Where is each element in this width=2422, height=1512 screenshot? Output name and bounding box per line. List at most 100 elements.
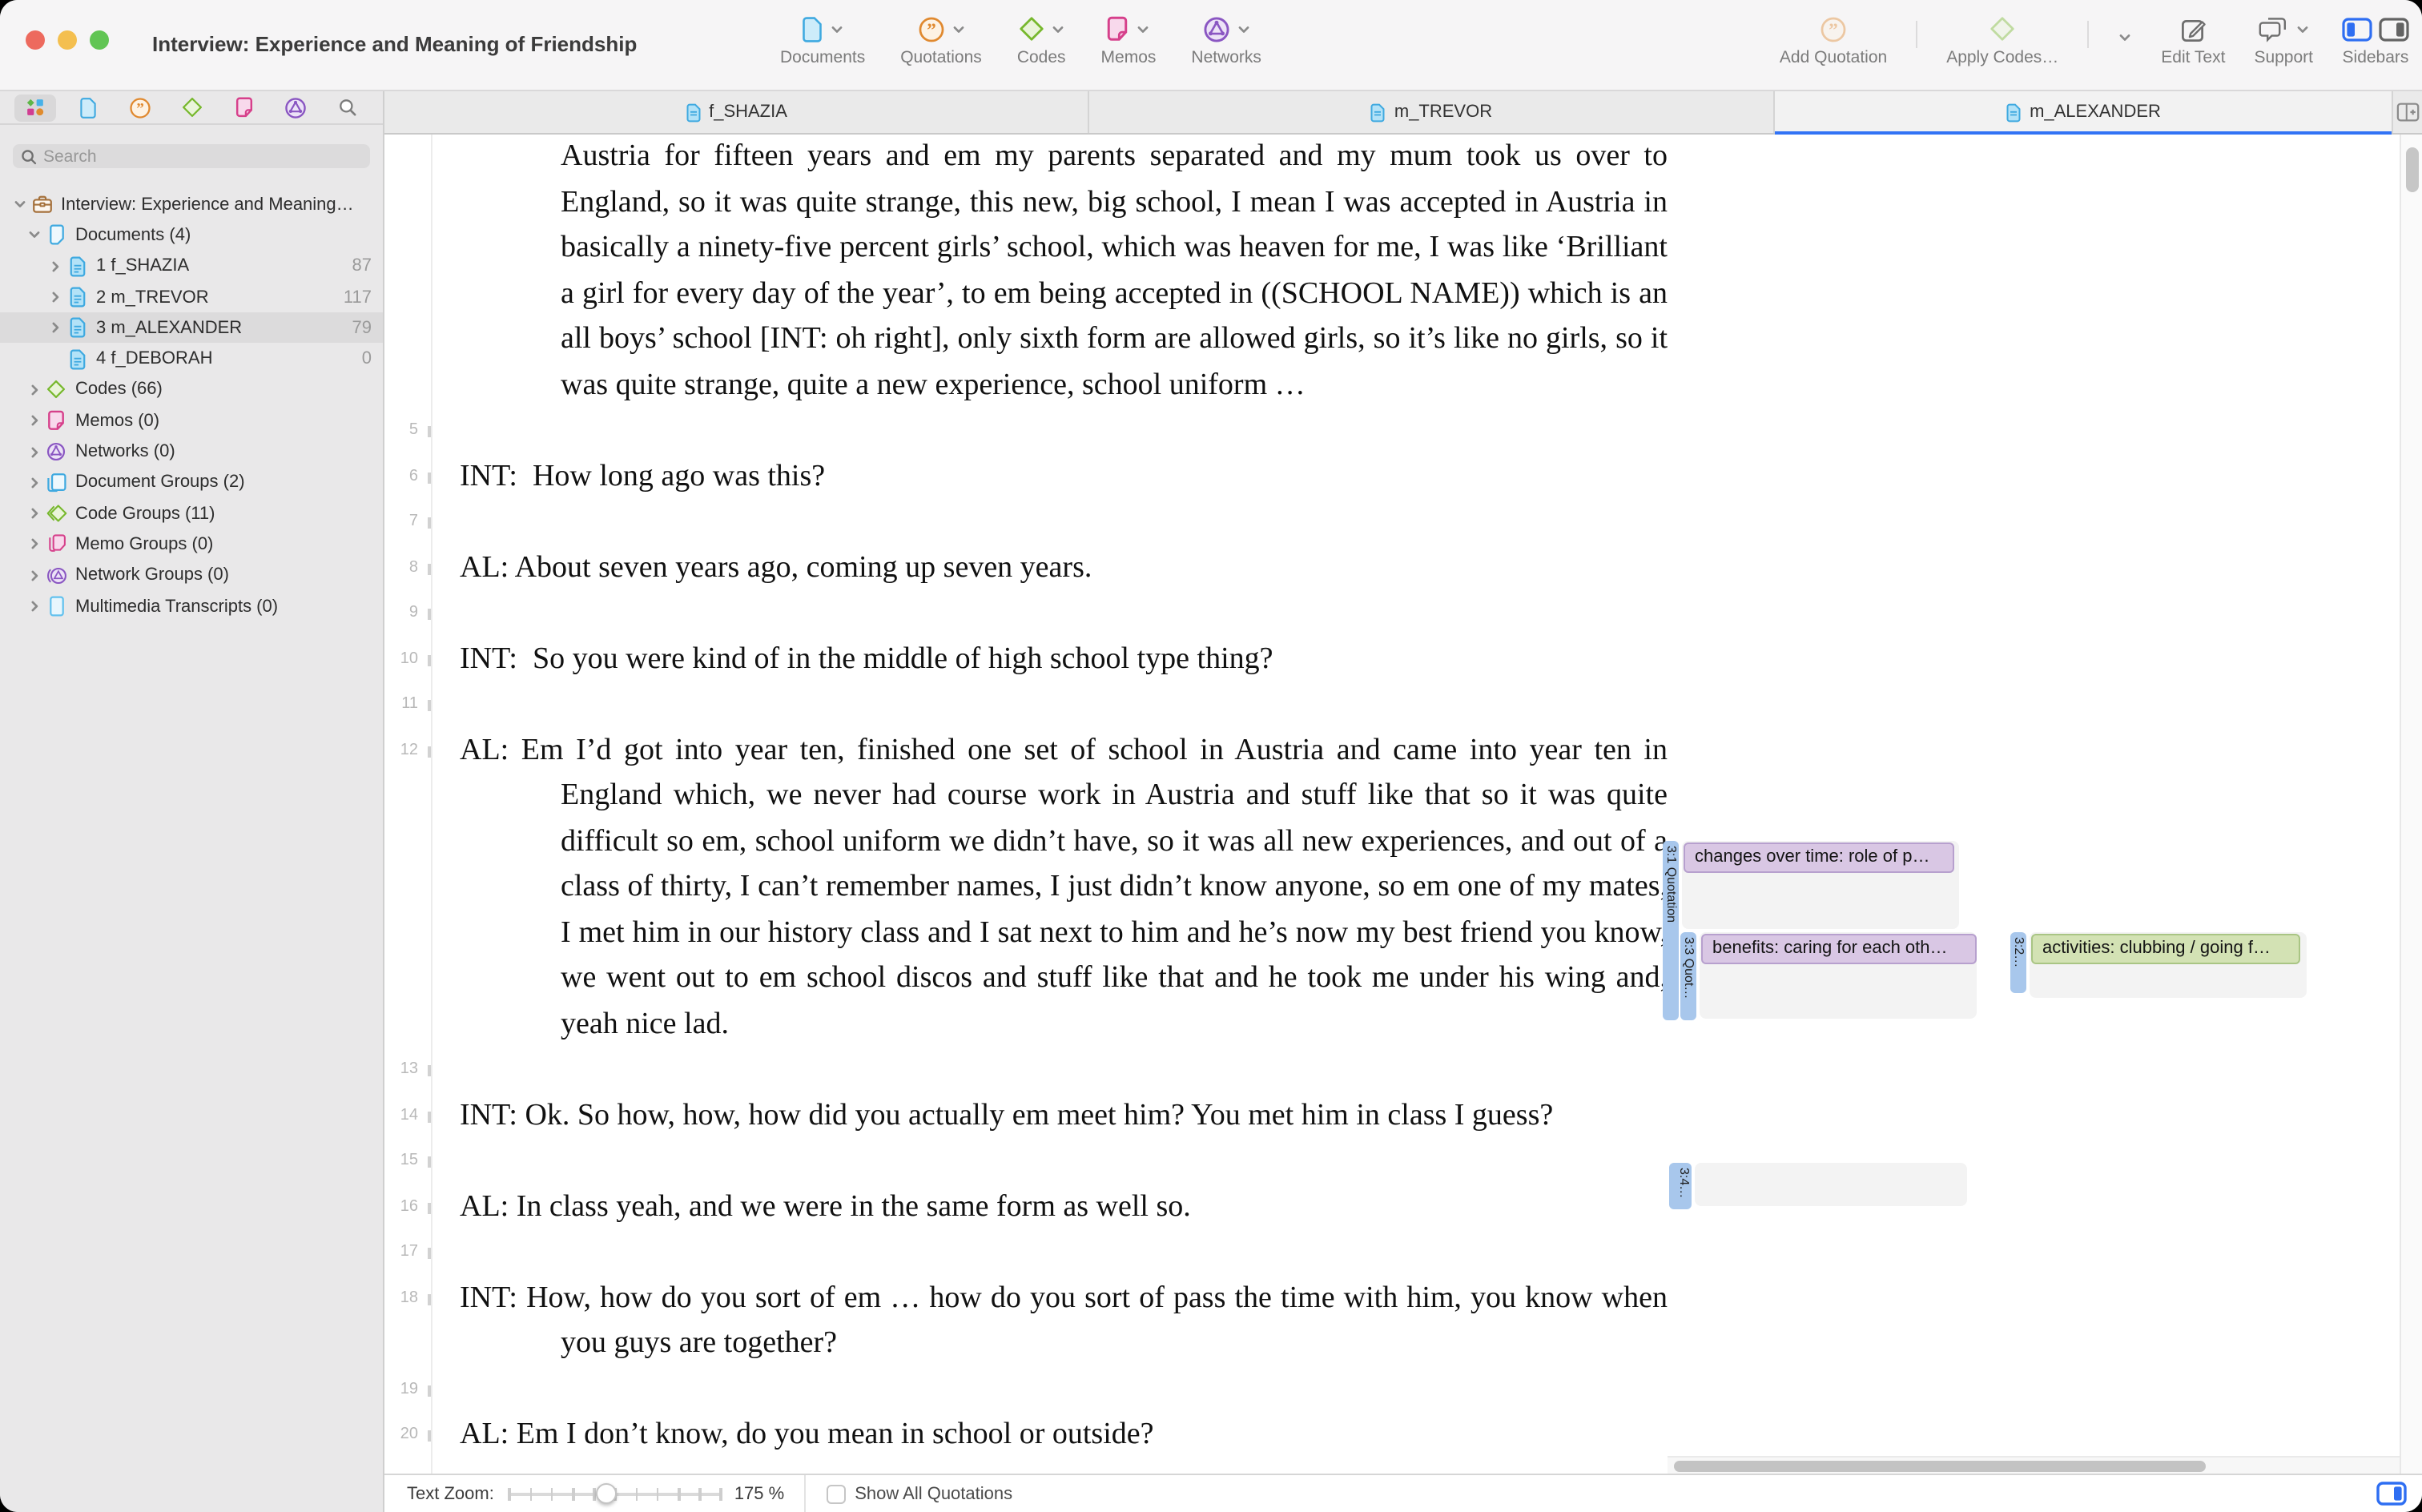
split-editor-button[interactable] [2393,91,2422,133]
documents-button[interactable]: Documents [780,14,865,67]
slider-tick [572,1487,574,1500]
horizontal-scrollbar-thumb[interactable] [1674,1461,2206,1472]
tab-m-alexander[interactable]: m_ALEXANDER [1775,91,2393,133]
chevron-down-icon[interactable] [10,197,30,211]
sidebar-strip-document-icon[interactable] [66,94,108,121]
transcript-text[interactable]: AL: About seven years ago, coming up sev… [431,545,1668,591]
transcript-text[interactable]: INT: How, how do you sort of em … how do… [431,1276,1668,1367]
tab-m-trevor[interactable]: m_TREVOR [1089,91,1775,133]
left-sidebar-toggle-icon[interactable] [2342,17,2372,41]
svg-text:”: ” [135,100,143,117]
tree-item-label: Memos (0) [75,411,383,430]
code-label[interactable]: activities: clubbing / going f… [2031,934,2300,964]
show-all-quotations-checkbox[interactable] [826,1484,845,1503]
line-number: 13 [384,1048,431,1093]
tree-item-3-m-alexander[interactable]: 3 m_ALEXANDER79 [0,312,383,344]
line-tick [428,1111,431,1122]
chevron-right-icon[interactable] [24,537,45,552]
tab-f-shazia[interactable]: f_SHAZIA [384,91,1089,133]
sidebar-strip-search-icon[interactable] [327,94,368,121]
chevron-right-icon[interactable] [45,259,66,273]
vertical-scrollbar-thumb[interactable] [2406,147,2419,192]
edit-text-button[interactable]: Edit Text [2161,14,2225,67]
code-icon [45,380,67,400]
line-number: 15 [384,1139,431,1184]
tree-item-interview-experience-and-meaning[interactable]: Interview: Experience and Meaning… [0,189,383,220]
transcript-text[interactable]: Austria for fifteen years and em my pare… [431,135,1668,408]
transcript-text[interactable]: AL: Em I don’t know, do you mean in scho… [431,1413,1668,1458]
codes-button[interactable]: Codes [1017,14,1066,67]
memos-button[interactable]: Memos [1101,14,1157,67]
sidebar-strip-code-icon[interactable] [171,94,212,121]
close-window-icon[interactable] [26,30,45,50]
apply-codes-button[interactable]: Apply Codes… [1946,14,2058,67]
quotation-bar[interactable]: 3:2… [2010,932,2026,993]
chevron-right-icon[interactable] [24,599,45,613]
sidebar-strip-project-explorer-icon[interactable] [14,94,56,121]
sidebar-strip-network-icon[interactable] [275,94,316,121]
tree-item-code-groups-11[interactable]: Code Groups (11) [0,498,383,529]
code-label[interactable]: changes over time: role of p… [1684,842,1954,873]
chevron-down-icon [2295,22,2309,36]
sidebars-button[interactable]: Sidebars [2342,14,2409,67]
search-input[interactable]: Search [13,144,370,168]
support-icon [2258,15,2288,42]
vertical-scrollbar[interactable] [2400,135,2422,1474]
support-button[interactable]: Support [2254,14,2313,67]
project-explorer-sidebar: ” Search Interview: Experience and Meani… [0,91,384,1512]
transcript-text[interactable]: INT: So you were kind of in the middle o… [431,637,1668,682]
transcript-text[interactable]: AL: In class yeah, and we were in the sa… [431,1184,1668,1230]
chevron-right-icon[interactable] [24,413,45,428]
chevron-right-icon[interactable] [24,444,45,459]
zoom-window-icon[interactable] [90,30,109,50]
tree-item-1-f-shazia[interactable]: 1 f_SHAZIA87 [0,251,383,282]
minimize-window-icon[interactable] [58,30,77,50]
line-tick [428,746,431,757]
chevron-right-icon[interactable] [24,506,45,521]
tree-item-documents-4[interactable]: Documents (4) [0,220,383,251]
networks-button[interactable]: Networks [1191,14,1261,67]
chevron-right-icon[interactable] [45,290,66,304]
tree-item-codes-66[interactable]: Codes (66) [0,375,383,406]
chevron-right-icon[interactable] [45,321,66,336]
transcript-blank-line: 5 [384,408,1668,454]
tree-item-4-f-deborah[interactable]: 4 f_DEBORAH0 [0,344,383,375]
tree-item-document-groups-2[interactable]: Document Groups (2) [0,467,383,498]
tree-item-memos-0[interactable]: Memos (0) [0,405,383,436]
toolbar-separator [1916,21,1917,48]
horizontal-scrollbar[interactable] [1668,1456,2400,1474]
quotation-bar[interactable]: 3:1 Quotation [1663,841,1679,1020]
transcript-text-area[interactable]: Austria for fifteen years and em my pare… [384,135,1668,1474]
sidebar-strip-quotation-icon[interactable]: ” [119,94,160,121]
line-tick [428,1430,431,1442]
chevron-right-icon[interactable] [24,383,45,397]
coding-dropdown-button[interactable] [2118,22,2132,51]
transcript-text[interactable]: INT: How long ago was this? [431,454,1668,500]
right-sidebar-toggle-icon[interactable] [2379,17,2409,41]
chevron-down-icon[interactable] [24,228,45,243]
chevron-right-icon[interactable] [24,476,45,490]
transcript-text[interactable]: INT: Ok. So how, how, how did you actual… [431,1093,1668,1139]
project-explorer-icon [26,99,45,117]
sidebar-strip-memo-icon[interactable] [223,94,264,121]
transcript-blank-line: 7 [384,500,1668,545]
tree-item-multimedia-transcripts-0[interactable]: Multimedia Transcripts (0) [0,591,383,622]
tree-item-networks-0[interactable]: Networks (0) [0,436,383,468]
slider-thumb[interactable] [595,1482,616,1503]
transcript-text[interactable]: AL: Em I’d got into year ten, finished o… [431,728,1668,1048]
line-number: 9 [384,591,431,637]
document-icon [66,348,88,369]
add-quotation-button[interactable]: ” Add Quotation [1780,14,1887,67]
code-label[interactable]: benefits: caring for each oth… [1701,934,1977,964]
chevron-right-icon[interactable] [24,568,45,582]
sidebar-icon-strip: ” [0,91,383,125]
text-zoom-label: Text Zoom: [407,1484,494,1503]
quotation-bar[interactable]: 3:3 Quot… [1680,932,1696,1020]
quotation-bar[interactable]: 3:4… [1669,1163,1692,1209]
tree-item-network-groups-0[interactable]: Network Groups (0) [0,560,383,591]
tree-item-memo-groups-0[interactable]: Memo Groups (0) [0,529,383,561]
text-zoom-slider[interactable] [509,1481,720,1506]
right-sidebar-toggle-icon[interactable] [2376,1482,2408,1506]
tree-item-2-m-trevor[interactable]: 2 m_TREVOR117 [0,282,383,313]
quotations-button[interactable]: ” Quotations [900,14,982,67]
